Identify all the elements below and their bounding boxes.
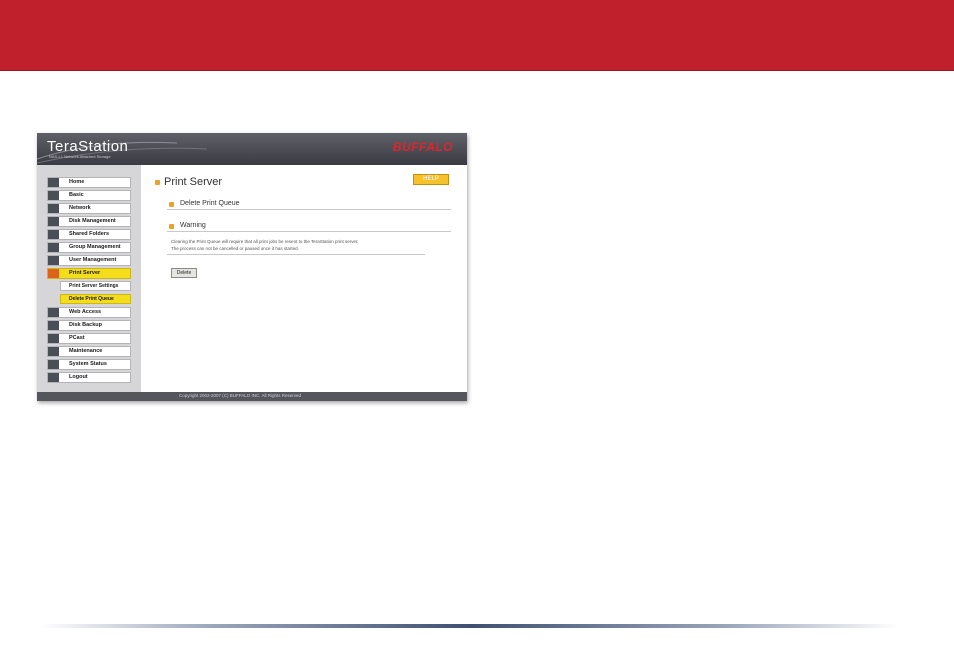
sidebar-item-shared-folders[interactable]: Shared Folders: [47, 229, 131, 240]
sidebar-item-label: Disk Management: [69, 218, 116, 224]
sidebar-item-basic[interactable]: Basic: [47, 190, 131, 201]
sidebar-item-system-status[interactable]: System Status: [47, 359, 131, 370]
sidebar-item-print-server[interactable]: Print Server: [47, 268, 131, 279]
basic-icon: [48, 191, 59, 200]
warning-line: The process can not be cancelled or paus…: [171, 246, 299, 251]
sidebar-item-logout[interactable]: Logout: [47, 372, 131, 383]
sidebar-item-disk-backup[interactable]: Disk Backup: [47, 320, 131, 331]
bullet-icon: [155, 180, 160, 185]
subitem-label: Print Server Settings: [69, 283, 119, 289]
sidebar-item-label: Shared Folders: [69, 231, 110, 237]
sidebar-item-label: Disk Backup: [69, 322, 103, 328]
pcast-icon: [48, 334, 59, 343]
product-logo: TeraStation: [47, 138, 129, 155]
logout-icon: [48, 373, 59, 382]
warning-line: Clearing the Print Queue will require th…: [171, 239, 359, 244]
bullet-icon: [169, 202, 174, 207]
footer: Copyright 2002-2007 (C) BUFFALO INC. All…: [37, 392, 467, 401]
sidebar-item-label: Logout: [69, 374, 88, 380]
help-button[interactable]: HELP: [413, 174, 449, 185]
maintenance-icon: [48, 347, 59, 356]
sidebar-item-user-management[interactable]: User Management: [47, 255, 131, 266]
terastation-screenshot: TeraStation NAS-L1 Network Attached Stor…: [37, 133, 467, 401]
backup-icon: [48, 321, 59, 330]
home-icon: [48, 178, 59, 187]
folder-icon: [48, 230, 59, 239]
delete-button[interactable]: Delete: [171, 268, 197, 278]
warning-message: Clearing the Print Queue will require th…: [171, 238, 431, 252]
app-header: TeraStation NAS-L1 Network Attached Stor…: [37, 133, 467, 165]
subitem-print-server-settings[interactable]: Print Server Settings: [60, 281, 131, 291]
printer-icon: [48, 269, 59, 278]
web-icon: [48, 308, 59, 317]
network-icon: [48, 204, 59, 213]
subitem-label: Delete Print Queue: [69, 296, 114, 302]
sidebar: Home Basic Network Disk Management Share…: [37, 165, 141, 392]
sidebar-item-group-management[interactable]: Group Management: [47, 242, 131, 253]
section-title-delete-print-queue: Delete Print Queue: [180, 200, 240, 207]
brand-logo: BUFFALO: [392, 140, 453, 154]
sidebar-item-network[interactable]: Network: [47, 203, 131, 214]
sidebar-item-web-access[interactable]: Web Access: [47, 307, 131, 318]
status-icon: [48, 360, 59, 369]
user-icon: [48, 256, 59, 265]
sidebar-item-maintenance[interactable]: Maintenance: [47, 346, 131, 357]
sidebar-item-label: Basic: [69, 192, 84, 198]
sidebar-item-label: User Management: [69, 257, 117, 263]
section-title-warning: Warning: [180, 222, 206, 229]
bottom-divider: [40, 624, 900, 628]
sidebar-item-label: Maintenance: [69, 348, 103, 354]
main-content: Print Server HELP Delete Print Queue War…: [141, 165, 467, 392]
sidebar-item-label: Network: [69, 205, 91, 211]
sidebar-item-disk-management[interactable]: Disk Management: [47, 216, 131, 227]
sidebar-item-home[interactable]: Home: [47, 177, 131, 188]
section-divider: [167, 231, 451, 232]
disk-icon: [48, 217, 59, 226]
section-divider: [167, 254, 425, 255]
sidebar-item-label: Web Access: [69, 309, 102, 315]
subitem-delete-print-queue[interactable]: Delete Print Queue: [60, 294, 131, 304]
copyright-text: Copyright 2002-2007 (C) BUFFALO INC. All…: [179, 393, 302, 398]
top-banner: [0, 0, 954, 71]
product-subtitle: NAS-L1 Network Attached Storage: [49, 154, 111, 159]
sidebar-item-label: System Status: [69, 361, 107, 367]
sidebar-item-label: Group Management: [69, 244, 121, 250]
sidebar-item-pcast[interactable]: PCast: [47, 333, 131, 344]
page-title: Print Server: [164, 176, 223, 188]
sidebar-item-label: PCast: [69, 335, 85, 341]
group-icon: [48, 243, 59, 252]
section-divider: [167, 209, 451, 210]
sidebar-item-label: Home: [69, 179, 85, 185]
bullet-icon: [169, 224, 174, 229]
sidebar-item-label: Print Server: [69, 270, 101, 276]
